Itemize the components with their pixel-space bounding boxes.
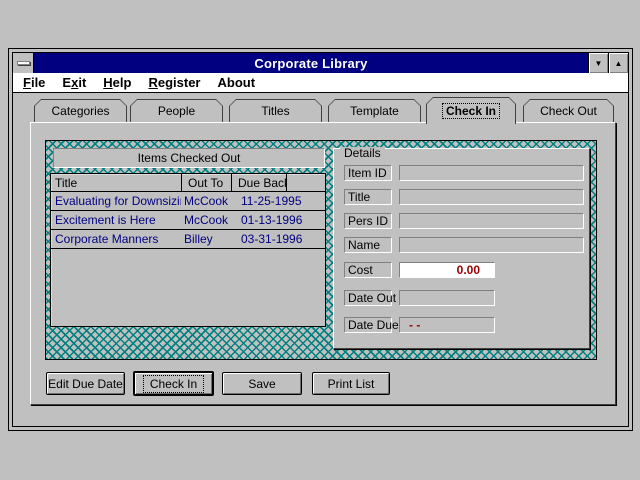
check-in-work-area: Items Checked Out Title Out To Due Back … bbox=[45, 140, 597, 360]
tab-people[interactable]: People bbox=[130, 99, 223, 122]
tab-label: Check In bbox=[443, 104, 499, 118]
menu-item-file[interactable]: File bbox=[23, 75, 45, 90]
field-label-date-due: Date Due bbox=[344, 317, 392, 333]
titlebar: Corporate Library ▼ ▲ bbox=[13, 53, 628, 73]
cell-out-to: Billey bbox=[184, 230, 239, 248]
field-value-item-id[interactable] bbox=[399, 165, 584, 181]
edit-due-date-button[interactable]: Edit Due Date bbox=[46, 372, 125, 395]
cell-due-back: 01-13-1996 bbox=[241, 211, 321, 229]
cell-due-back: 11-25-1995 bbox=[241, 192, 321, 210]
button-label: Edit Due Date bbox=[48, 377, 123, 391]
system-menu-icon bbox=[17, 61, 30, 65]
field-value-date-due[interactable]: - - bbox=[399, 317, 495, 333]
system-menu-button[interactable] bbox=[13, 53, 34, 73]
tab-check-out[interactable]: Check Out bbox=[523, 99, 614, 122]
menu-item-register[interactable]: Register bbox=[148, 75, 200, 90]
items-checked-out-table: Title Out To Due Back Evaluating for Dow… bbox=[50, 173, 326, 327]
cell-due-back: 03-31-1996 bbox=[241, 230, 321, 248]
table-row[interactable]: Corporate Manners Billey 03-31-1996 bbox=[51, 230, 325, 249]
button-label: Save bbox=[248, 377, 275, 391]
field-pers-id: Pers ID bbox=[334, 213, 589, 229]
field-item-id: Item ID bbox=[334, 165, 589, 181]
menubar: File Exit Help Register About bbox=[13, 73, 628, 93]
tab-titles[interactable]: Titles bbox=[229, 99, 322, 122]
column-header-out-to: Out To bbox=[182, 174, 232, 191]
field-label-pers-id: Pers ID bbox=[344, 213, 392, 229]
tab-check-in[interactable]: Check In bbox=[426, 97, 516, 124]
button-label: Check In bbox=[144, 376, 203, 392]
window-title: Corporate Library bbox=[34, 53, 588, 73]
tab-categories[interactable]: Categories bbox=[34, 99, 127, 122]
desktop: Corporate Library ▼ ▲ File Exit Help Reg… bbox=[0, 0, 640, 480]
tab-label: Template bbox=[350, 104, 399, 118]
details-panel: Details Item ID Title Pers ID Name bbox=[333, 148, 590, 349]
check-in-button[interactable]: Check In bbox=[133, 371, 214, 396]
maximize-button[interactable]: ▲ bbox=[608, 53, 628, 73]
table-row[interactable]: Evaluating for Downsizing McCook 11-25-1… bbox=[51, 192, 325, 211]
tab-label: Check Out bbox=[540, 104, 597, 118]
field-date-due: Date Due - - bbox=[334, 317, 589, 333]
field-value-cost[interactable]: 0.00 bbox=[399, 262, 495, 278]
field-title: Title bbox=[334, 189, 589, 205]
menu-item-help[interactable]: Help bbox=[103, 75, 131, 90]
table-header: Title Out To Due Back bbox=[51, 174, 325, 192]
field-value-title[interactable] bbox=[399, 189, 584, 205]
cell-title: Excitement is Here bbox=[55, 211, 181, 229]
maximize-arrow-icon: ▲ bbox=[615, 59, 623, 68]
field-value-name[interactable] bbox=[399, 237, 584, 253]
button-label: Print List bbox=[328, 377, 375, 391]
cell-title: Corporate Manners bbox=[55, 230, 181, 248]
cell-out-to: McCook bbox=[184, 211, 239, 229]
column-header-title: Title bbox=[51, 174, 182, 191]
field-label-item-id: Item ID bbox=[344, 165, 392, 181]
tab-template[interactable]: Template bbox=[328, 99, 421, 122]
print-list-button[interactable]: Print List bbox=[312, 372, 390, 395]
app-window: Corporate Library ▼ ▲ File Exit Help Reg… bbox=[8, 48, 633, 431]
field-label-cost: Cost bbox=[344, 262, 392, 278]
tab-label: People bbox=[158, 104, 195, 118]
list-caption: Items Checked Out bbox=[53, 148, 325, 168]
cell-title: Evaluating for Downsizing bbox=[55, 192, 181, 210]
cell-out-to: McCook bbox=[184, 192, 239, 210]
window-frame: Corporate Library ▼ ▲ File Exit Help Reg… bbox=[12, 52, 629, 427]
minimize-arrow-icon: ▼ bbox=[595, 59, 603, 68]
minimize-button[interactable]: ▼ bbox=[588, 53, 608, 73]
field-cost: Cost 0.00 bbox=[334, 262, 589, 278]
field-date-out: Date Out bbox=[334, 290, 589, 306]
tab-label: Categories bbox=[51, 104, 109, 118]
column-header-extra bbox=[287, 174, 325, 191]
column-header-due-back: Due Back bbox=[232, 174, 287, 191]
field-label-title: Title bbox=[344, 189, 392, 205]
tab-label: Titles bbox=[261, 104, 289, 118]
field-label-name: Name bbox=[344, 237, 392, 253]
field-label-date-out: Date Out bbox=[344, 290, 392, 306]
table-row[interactable]: Excitement is Here McCook 01-13-1996 bbox=[51, 211, 325, 230]
menu-item-exit[interactable]: Exit bbox=[62, 75, 86, 90]
field-name: Name bbox=[334, 237, 589, 253]
save-button[interactable]: Save bbox=[222, 372, 302, 395]
details-legend: Details bbox=[340, 147, 385, 159]
field-value-date-out[interactable] bbox=[399, 290, 495, 306]
menu-item-about[interactable]: About bbox=[218, 75, 256, 90]
field-value-pers-id[interactable] bbox=[399, 213, 584, 229]
